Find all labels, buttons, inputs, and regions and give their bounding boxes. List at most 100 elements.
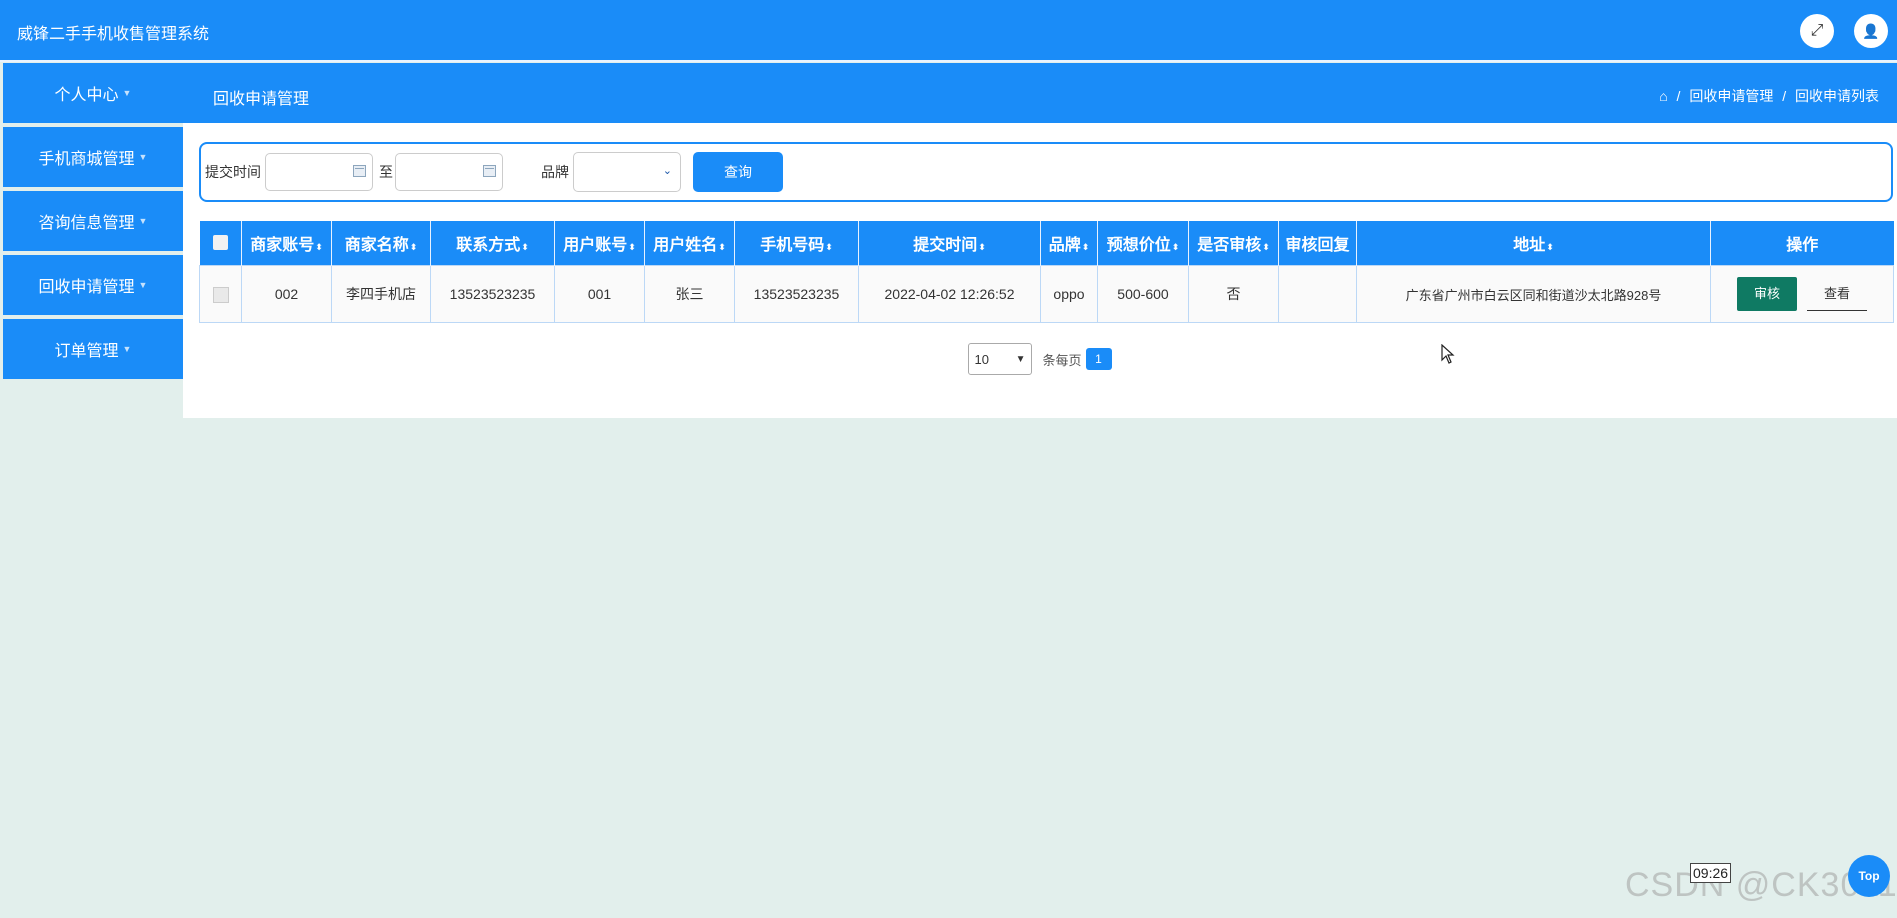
chevron-down-icon: ▼ — [122, 344, 132, 354]
table-header-row: 商家账号⬍ 商家名称⬍ 联系方式⬍ 用户账号⬍ 用户姓名⬍ 手机号码⬍ 提交时间… — [199, 221, 1894, 266]
column-header[interactable]: 商家账号⬍ — [241, 221, 332, 266]
column-header: 审核回复 — [1278, 221, 1357, 266]
top-bar: 威锋二手手机收售管理系统 ⤢ 👤 — [0, 0, 1897, 62]
query-button[interactable]: 查询 — [693, 152, 783, 192]
column-label: 联系方式 — [456, 237, 521, 254]
column-label: 预想价位 — [1106, 237, 1171, 254]
sidebar-item-consult-info[interactable]: 咨询信息管理 ▼ — [3, 191, 183, 251]
chevron-down-icon: ⌄ — [662, 165, 672, 177]
fullscreen-button[interactable]: ⤢ — [1800, 14, 1834, 48]
column-label: 商家账号 — [250, 237, 315, 254]
sort-icon[interactable]: ⬍ — [1262, 242, 1270, 252]
search-form: 提交时间 至 品牌 ⌄ 查询 — [199, 142, 1893, 202]
cell-address: 广东省广州市白云区同和街道沙太北路928号 — [1356, 265, 1711, 323]
cell-user-name: 张三 — [644, 265, 735, 323]
sort-icon[interactable]: ⬍ — [1172, 242, 1180, 252]
end-date-input[interactable] — [395, 153, 503, 191]
sort-icon[interactable]: ⬍ — [1546, 242, 1554, 252]
column-header[interactable]: 联系方式⬍ — [430, 221, 555, 266]
time-indicator: 09:26 — [1690, 863, 1732, 883]
column-label: 提交时间 — [913, 237, 978, 254]
user-icon: 👤 — [1862, 22, 1880, 39]
back-to-top-button[interactable]: Top — [1848, 855, 1890, 897]
audit-button[interactable]: 审核 — [1737, 277, 1797, 311]
column-header[interactable]: 用户账号⬍ — [554, 221, 645, 266]
breadcrumb: ⌂ / 回收申请管理 / 回收申请列表 — [1659, 86, 1879, 106]
sidebar-item-label: 咨询信息管理 — [38, 215, 135, 232]
page-title: 回收申请管理 — [213, 91, 310, 108]
to-label: 至 — [379, 164, 393, 180]
sidebar-item-phone-mall[interactable]: 手机商城管理 ▼ — [3, 127, 183, 187]
cell-merchant-account: 002 — [241, 265, 332, 323]
cell-expected-price: 500-600 — [1097, 265, 1189, 323]
row-checkbox[interactable] — [212, 286, 229, 303]
column-header[interactable]: 手机号码⬍ — [734, 221, 859, 266]
column-header[interactable]: 地址⬍ — [1356, 221, 1711, 266]
sidebar-item-personal-center[interactable]: 个人中心 ▼ — [3, 63, 183, 123]
select-all-checkbox[interactable] — [212, 235, 228, 251]
column-header[interactable]: 提交时间⬍ — [858, 221, 1041, 266]
home-icon[interactable]: ⌂ — [1659, 88, 1667, 104]
cell-user-account: 001 — [554, 265, 645, 323]
chevron-down-icon: ▼ — [1015, 353, 1026, 365]
chevron-down-icon: ▼ — [138, 280, 148, 290]
column-header[interactable]: 品牌⬍ — [1040, 221, 1098, 266]
cell-actions: 审核 查看 — [1710, 265, 1894, 323]
chevron-down-icon: ▼ — [138, 216, 148, 226]
sort-icon[interactable]: ⬍ — [718, 242, 726, 252]
view-button[interactable]: 查看 — [1807, 278, 1867, 311]
cell-audited: 否 — [1188, 265, 1279, 323]
column-label: 地址 — [1513, 237, 1546, 254]
column-header[interactable]: 是否审核⬍ — [1188, 221, 1279, 266]
cell-phone: 13523523235 — [734, 265, 859, 323]
mouse-cursor-icon — [1441, 344, 1455, 364]
column-label: 商家名称 — [344, 237, 409, 254]
sidebar: 个人中心 ▼ 手机商城管理 ▼ 咨询信息管理 ▼ 回收申请管理 ▼ 订单管理 ▼ — [3, 63, 183, 383]
user-button[interactable]: 👤 — [1854, 14, 1888, 48]
sidebar-item-recycle-apply[interactable]: 回收申请管理 ▼ — [3, 255, 183, 315]
table-row: 002 李四手机店 13523523235 001 张三 13523523235… — [199, 265, 1894, 323]
pagination: 10 ▼ 条每页 1 — [183, 343, 1897, 375]
cell-audit-reply — [1278, 265, 1357, 323]
column-label: 手机号码 — [760, 237, 825, 254]
fullscreen-icon: ⤢ — [1810, 22, 1824, 39]
sort-icon[interactable]: ⬍ — [410, 242, 418, 252]
column-label: 用户账号 — [563, 237, 628, 254]
page-size-select[interactable]: 10 ▼ — [968, 343, 1033, 375]
sort-icon[interactable]: ⬍ — [825, 242, 833, 252]
sort-icon[interactable]: ⬍ — [1082, 242, 1090, 252]
sort-icon[interactable]: ⬍ — [521, 242, 529, 252]
page-header: 回收申请管理 ⌂ / 回收申请管理 / 回收申请列表 — [183, 63, 1897, 123]
row-checkbox-cell[interactable] — [199, 265, 242, 323]
column-header: 操作 — [1710, 221, 1894, 266]
page-size-value: 10 — [974, 351, 989, 367]
sort-icon[interactable]: ⬍ — [628, 242, 636, 252]
column-label: 品牌 — [1048, 237, 1081, 254]
column-header[interactable]: 商家名称⬍ — [331, 221, 431, 266]
sort-icon[interactable]: ⬍ — [315, 242, 323, 252]
sort-icon[interactable]: ⬍ — [978, 242, 986, 252]
brand-select[interactable]: ⌄ — [573, 152, 681, 192]
main-content: 提交时间 至 品牌 ⌄ 查询 商家账号⬍ 商家名称⬍ 联系方式⬍ 用户账号⬍ 用… — [183, 123, 1897, 418]
cell-contact: 13523523235 — [430, 265, 555, 323]
breadcrumb-separator: / — [1676, 88, 1681, 104]
page-number-current[interactable]: 1 — [1085, 348, 1112, 370]
chevron-down-icon: ▼ — [138, 152, 148, 162]
column-label: 用户姓名 — [653, 237, 718, 254]
column-header[interactable]: 预想价位⬍ — [1097, 221, 1189, 266]
start-date-input[interactable] — [265, 153, 373, 191]
sidebar-item-orders[interactable]: 订单管理 ▼ — [3, 319, 183, 379]
cell-brand: oppo — [1040, 265, 1098, 323]
column-header[interactable]: 用户姓名⬍ — [644, 221, 735, 266]
column-label: 审核回复 — [1285, 237, 1350, 254]
brand-label: 品牌 — [541, 164, 569, 180]
column-label: 是否审核 — [1197, 237, 1262, 254]
app-title: 威锋二手手机收售管理系统 — [17, 26, 210, 43]
select-all-checkbox-cell[interactable] — [199, 221, 242, 266]
sidebar-item-label: 回收申请管理 — [38, 279, 135, 296]
breadcrumb-item-current: 回收申请列表 — [1795, 88, 1879, 104]
cell-merchant-name: 李四手机店 — [331, 265, 431, 323]
breadcrumb-item[interactable]: 回收申请管理 — [1689, 88, 1773, 104]
calendar-icon — [483, 165, 496, 177]
chevron-down-icon: ▼ — [122, 88, 132, 98]
